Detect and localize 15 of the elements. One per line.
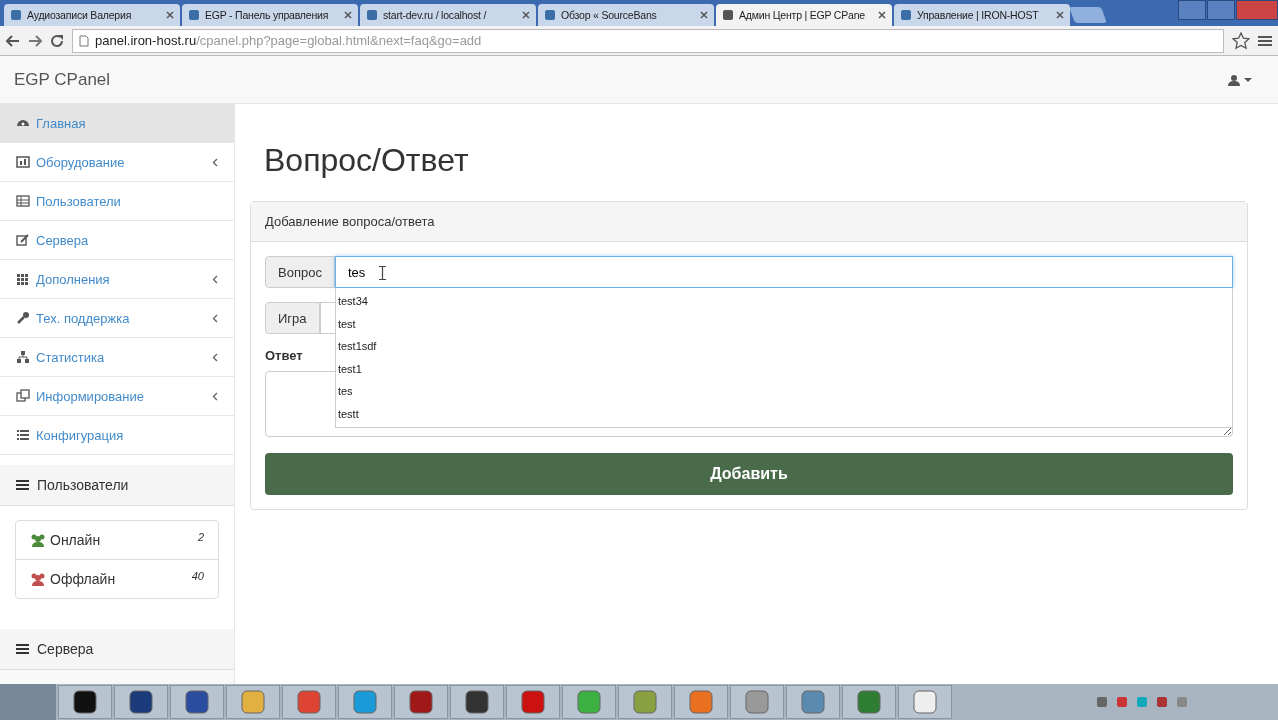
count-label: 2: [197, 531, 204, 543]
tab-title: EGP - Панель управления: [205, 9, 330, 21]
count-label: 40: [191, 570, 204, 582]
field-label: Игра: [265, 302, 320, 334]
field-label: Вопрос: [265, 256, 335, 288]
tab-title: start-dev.ru / localhost /: [383, 9, 488, 21]
tab-title: Управление | IRON-HOST: [917, 9, 1040, 21]
panel-heading: Добавление вопроса/ответа: [251, 202, 1247, 242]
page-title: Вопрос/Ответ: [264, 142, 470, 179]
tab-title: Обзор « SourceBans: [561, 9, 658, 21]
tab-title: Админ Центр | EGP CPane: [739, 9, 866, 21]
panel-title: Сервера: [37, 641, 94, 657]
panel-title: Пользователи: [37, 477, 129, 493]
tab-title: Аудиозаписи Валерия: [27, 9, 133, 21]
answer-label: Ответ: [265, 348, 304, 363]
